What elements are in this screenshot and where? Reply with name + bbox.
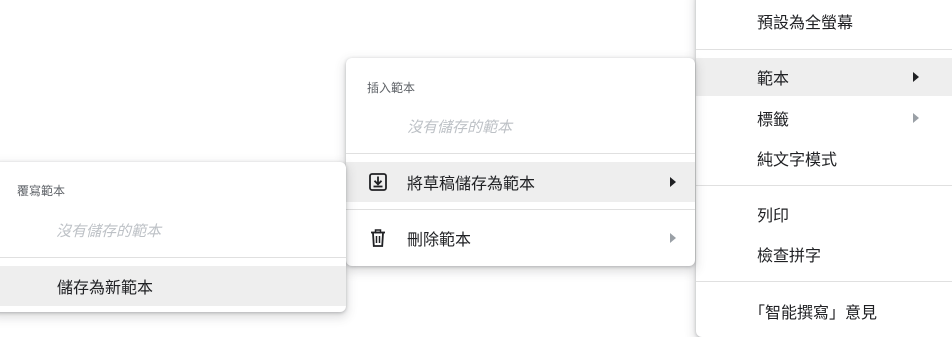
- menu-divider: [696, 281, 952, 282]
- menu-item-label: 範本: [757, 69, 790, 88]
- save-as-new-template-item[interactable]: 儲存為新範本: [0, 266, 346, 306]
- templates-submenu: 插入範本 沒有儲存的範本 將草稿儲存為範本 刪除範本: [346, 58, 695, 266]
- menu-item-default-fullscreen[interactable]: 預設為全螢幕: [696, 2, 952, 40]
- menu-item-label: 預設為全螢幕: [757, 13, 854, 32]
- menu-divider: [696, 185, 952, 186]
- menu-divider: [0, 257, 346, 258]
- menu-item-label: 列印: [757, 206, 790, 225]
- menu-item-label: 純文字模式: [757, 150, 838, 169]
- menu-item-print[interactable]: 列印: [696, 195, 952, 233]
- no-saved-templates-text: 沒有儲存的範本: [407, 118, 513, 136]
- menu-divider: [346, 153, 695, 154]
- insert-template-heading: 插入範本: [367, 81, 416, 95]
- menu-item-check-spelling[interactable]: 檢查拼字: [696, 235, 952, 273]
- menu-item-templates[interactable]: 範本: [696, 58, 952, 96]
- more-options-menu: 預設為全螢幕 範本 標籤 純文字模式 列印 檢查拼字 「智能撰寫」意見: [696, 0, 952, 337]
- chevron-right-icon: [913, 72, 919, 82]
- download-box-icon: [368, 172, 388, 192]
- chevron-right-icon: [670, 233, 676, 243]
- menu-divider: [696, 49, 952, 50]
- menu-item-labels[interactable]: 標籤: [696, 99, 952, 137]
- no-saved-templates-text: 沒有儲存的範本: [56, 222, 162, 240]
- trash-icon: [368, 228, 388, 248]
- delete-template-item[interactable]: 刪除範本: [346, 218, 695, 258]
- menu-item-label: 「智能撰寫」意見: [749, 303, 878, 322]
- menu-item-label: 檢查拼字: [757, 246, 822, 265]
- menu-item-label: 儲存為新範本: [57, 278, 154, 297]
- chevron-right-icon: [670, 177, 676, 187]
- menu-item-label: 刪除範本: [407, 230, 472, 249]
- overwrite-template-submenu: 覆寫範本 沒有儲存的範本 儲存為新範本: [0, 162, 346, 312]
- menu-item-label: 將草稿儲存為範本: [407, 174, 536, 193]
- chevron-right-icon: [913, 113, 919, 123]
- overwrite-template-heading: 覆寫範本: [17, 184, 66, 198]
- menu-item-plain-text-mode[interactable]: 純文字模式: [696, 139, 952, 177]
- menu-item-label: 標籤: [757, 110, 790, 129]
- save-draft-as-template-item[interactable]: 將草稿儲存為範本: [346, 162, 695, 202]
- menu-divider: [346, 209, 695, 210]
- menu-item-smart-compose-feedback[interactable]: 「智能撰寫」意見: [696, 292, 952, 330]
